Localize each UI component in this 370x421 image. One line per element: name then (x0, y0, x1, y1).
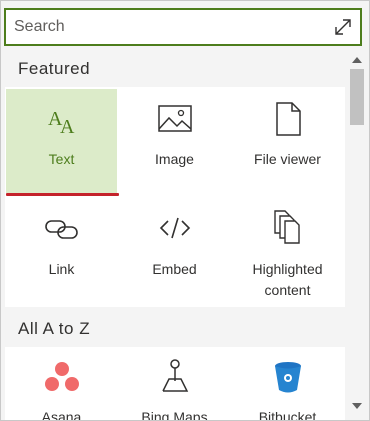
web-part-label: Image (155, 151, 194, 167)
svg-text:A: A (60, 116, 75, 137)
document-icon (275, 102, 301, 136)
web-part-label: File viewer (254, 151, 321, 167)
code-icon (159, 217, 190, 239)
text-size-icon: A A (48, 108, 75, 137)
web-part-embed[interactable]: Embed (119, 199, 230, 305)
web-part-label: Highlighted (252, 261, 323, 277)
web-part-label: Link (48, 261, 75, 277)
web-part-label: Asana (41, 409, 82, 421)
scroll-thumb[interactable] (350, 69, 364, 125)
web-part-asana[interactable]: Asana (6, 349, 117, 421)
web-part-label: Embed (152, 261, 197, 277)
search-box (4, 8, 362, 46)
web-part-toolbox: Featured A A Text Image File viewer (0, 0, 370, 421)
expand-icon[interactable] (332, 16, 354, 38)
web-part-file-viewer[interactable]: File viewer (232, 89, 343, 193)
web-part-label-line2: content (264, 282, 311, 298)
bitbucket-logo (274, 362, 301, 393)
all-a-to-z-section-header: All A to Z (18, 319, 91, 338)
scroll-down-arrow-icon[interactable] (352, 403, 362, 409)
featured-section-header: Featured (18, 59, 91, 78)
asana-logo (44, 362, 79, 391)
copy-documents-icon (273, 210, 300, 244)
web-part-highlighted-content[interactable]: Highlighted content (232, 199, 343, 305)
web-part-image[interactable]: Image (119, 89, 230, 193)
selection-indicator (6, 193, 119, 196)
search-input[interactable] (14, 10, 324, 44)
map-pin-icon (161, 359, 188, 392)
web-part-bitbucket[interactable]: Bitbucket (232, 349, 343, 421)
image-icon (157, 105, 192, 132)
scroll-up-arrow-icon[interactable] (352, 57, 362, 63)
web-part-label: Text (48, 151, 75, 167)
web-part-bing-maps[interactable]: Bing Maps (119, 349, 230, 421)
web-part-text[interactable]: A A Text (6, 89, 117, 193)
web-part-link[interactable]: Link (6, 199, 117, 305)
link-icon (44, 220, 78, 239)
vertical-scrollbar[interactable] (348, 53, 366, 419)
web-part-label: Bitbucket (258, 409, 317, 421)
web-part-label: Bing Maps (141, 409, 208, 421)
